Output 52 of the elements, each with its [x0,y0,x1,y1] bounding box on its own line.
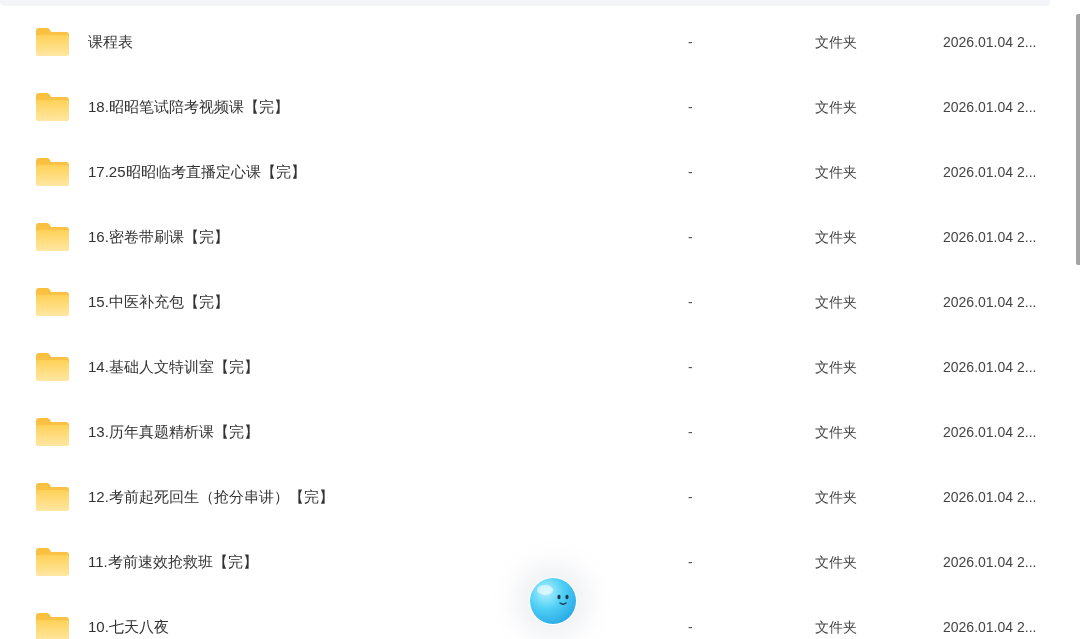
file-size: - [688,163,693,180]
modified-date: 2026.01.04 2... [943,553,1037,570]
folder-icon [36,92,69,121]
scrollbar[interactable] [1076,14,1080,265]
file-size: - [688,358,693,375]
file-type: 文件夹 [815,163,857,180]
folder-icon [36,547,69,576]
modified-date: 2026.01.04 2... [943,423,1037,440]
file-name[interactable]: 16.密卷带刷课【完】 [88,227,229,245]
folder-icon [36,482,69,511]
file-size: - [688,423,693,440]
file-size: - [688,228,693,245]
modified-date: 2026.01.04 2... [943,358,1037,375]
folder-icon [36,417,69,446]
file-type: 文件夹 [815,33,857,50]
file-type: 文件夹 [815,228,857,245]
folder-icon [36,222,69,251]
file-size: - [688,553,693,570]
modified-date: 2026.01.04 2... [943,98,1037,115]
file-type: 文件夹 [815,618,857,635]
file-size: - [688,618,693,635]
modified-date: 2026.01.04 2... [943,163,1037,180]
modified-date: 2026.01.04 2... [943,618,1037,635]
file-name[interactable]: 12.考前起死回生（抢分串讲）【完】 [88,487,334,505]
file-size: - [688,98,693,115]
file-name[interactable]: 14.基础人文特训室【完】 [88,357,259,375]
file-name[interactable]: 15.中医补充包【完】 [88,292,229,310]
file-type: 文件夹 [815,293,857,310]
file-size: - [688,33,693,50]
folder-icon [36,287,69,316]
bubble-mascot-icon[interactable] [529,577,577,625]
file-name[interactable]: 11.考前速效抢救班【完】 [88,552,258,570]
modified-date: 2026.01.04 2... [943,488,1037,505]
file-size: - [688,488,693,505]
file-type: 文件夹 [815,553,857,570]
file-name[interactable]: 17.25昭昭临考直播定心课【完】 [88,162,306,180]
modified-date: 2026.01.04 2... [943,293,1037,310]
file-name[interactable]: 课程表 [88,32,133,50]
folder-icon [36,612,69,639]
file-name[interactable]: 13.历年真题精析课【完】 [88,422,259,440]
file-name[interactable]: 18.昭昭笔试陪考视频课【完】 [88,97,289,115]
file-type: 文件夹 [815,98,857,115]
file-type: 文件夹 [815,423,857,440]
file-name[interactable]: 10.七天八夜 [88,617,169,635]
modified-date: 2026.01.04 2... [943,33,1037,50]
folder-icon [36,352,69,381]
folder-icon [36,157,69,186]
file-size: - [688,293,693,310]
folder-icon [36,27,69,56]
modified-date: 2026.01.04 2... [943,228,1037,245]
file-type: 文件夹 [815,488,857,505]
file-type: 文件夹 [815,358,857,375]
